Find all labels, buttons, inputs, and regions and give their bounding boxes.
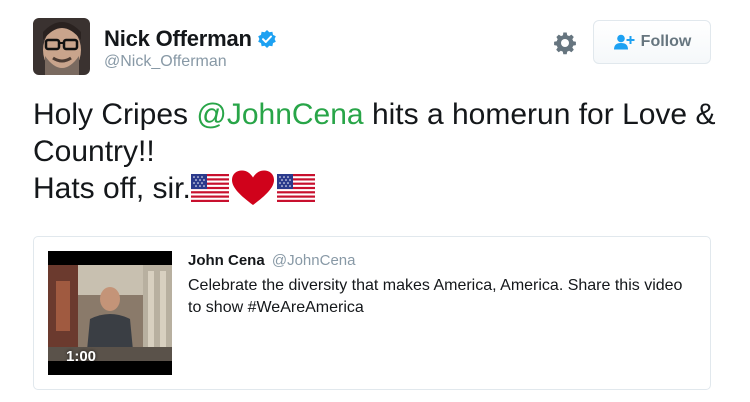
user-handle[interactable]: @Nick_Offerman [104, 53, 277, 71]
avatar[interactable] [33, 18, 90, 75]
add-user-icon [613, 34, 635, 50]
red-heart-icon [231, 170, 275, 206]
card-author-row: John Cena @JohnCena [188, 251, 698, 271]
us-flag-icon [276, 174, 315, 202]
tweet-text-line2: Hats off, sir. [33, 172, 191, 205]
display-name[interactable]: Nick Offerman [104, 26, 252, 52]
gear-icon[interactable] [553, 31, 577, 55]
quoted-tweet-card[interactable]: 1:00 John Cena @JohnCena Celebrate the d… [33, 236, 711, 390]
tweet: Nick Offerman @Nick_Offerman Follow Holy… [0, 0, 750, 402]
card-body: John Cena @JohnCena Celebrate the divers… [188, 251, 698, 319]
display-name-row: Nick Offerman [104, 26, 277, 52]
us-flag-icon [190, 174, 229, 202]
verified-badge-icon [257, 29, 277, 49]
video-thumbnail[interactable]: 1:00 [48, 251, 172, 375]
user-info: Nick Offerman @Nick_Offerman [104, 26, 277, 71]
mention-link[interactable]: @JohnCena [196, 98, 363, 131]
follow-button[interactable]: Follow [593, 20, 711, 64]
card-author-name: John Cena [188, 252, 265, 269]
follow-label: Follow [640, 33, 692, 50]
card-text: Celebrate the diversity that makes Ameri… [188, 277, 683, 316]
card-author-handle: @JohnCena [271, 252, 356, 269]
tweet-text-part: Holy Cripes [33, 98, 197, 131]
video-duration: 1:00 [66, 348, 97, 365]
tweet-text: Holy Cripes @JohnCena hits a homerun for… [33, 96, 723, 207]
